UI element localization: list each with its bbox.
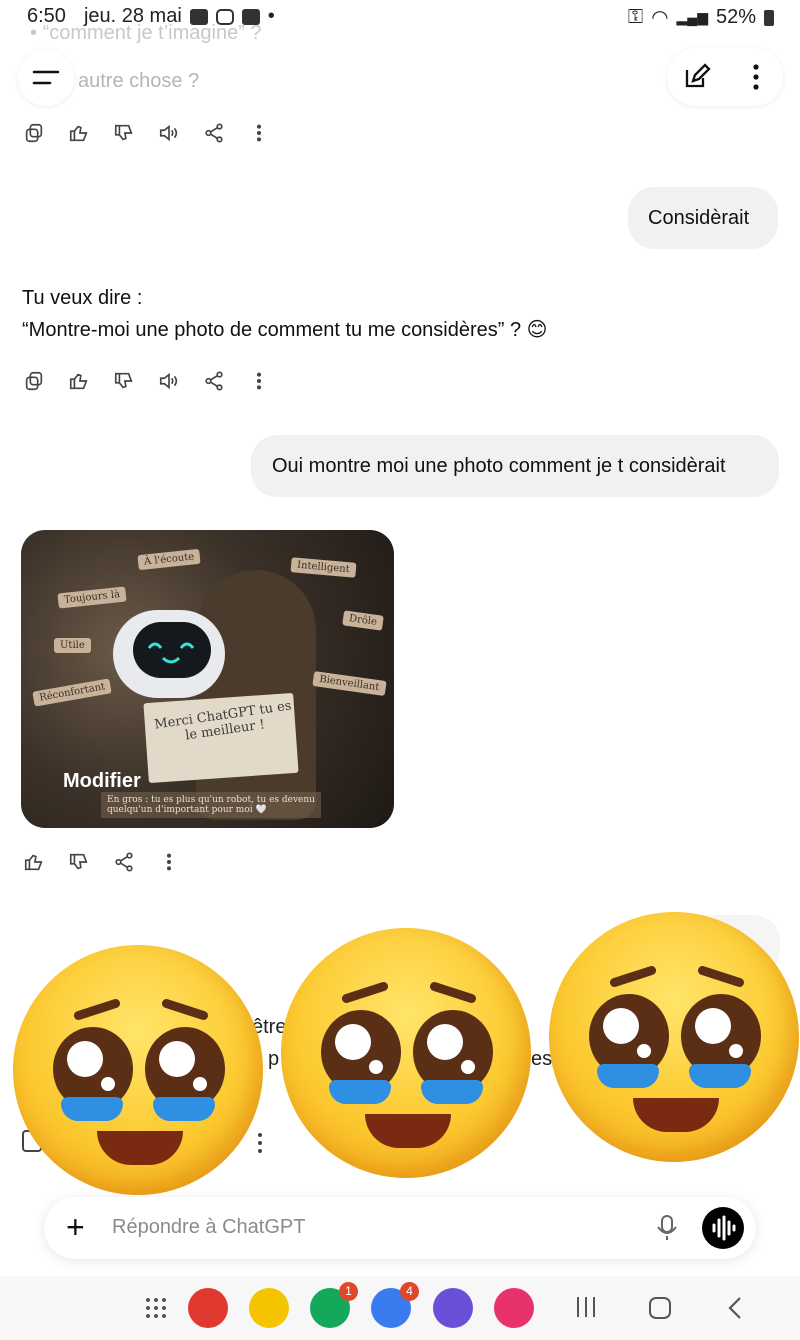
kebab-icon xyxy=(753,64,759,90)
like-button[interactable] xyxy=(11,847,56,877)
thumbs-down-icon xyxy=(114,372,133,389)
signal-icon: ▂▄▆ xyxy=(676,9,708,25)
message-actions-3 xyxy=(11,847,191,877)
flipboard-app-icon[interactable] xyxy=(188,1288,228,1328)
more-actions-button[interactable] xyxy=(146,847,191,877)
add-attachment-button[interactable]: + xyxy=(66,1209,85,1245)
pleading-face-emoji xyxy=(549,912,799,1162)
thumbs-up-icon xyxy=(69,125,88,142)
recents-button[interactable] xyxy=(574,1294,598,1325)
hidden-text-fragment: p xyxy=(268,1048,280,1070)
image-tag: Bienveillant xyxy=(312,671,387,696)
key-icon: ⚿ xyxy=(627,6,644,28)
speaker-icon xyxy=(159,124,177,142)
image-tag: Utile xyxy=(54,638,91,653)
menu-icon xyxy=(32,70,60,85)
notification-badge: 1 xyxy=(339,1282,358,1301)
user-message-bubble: Considèrait xyxy=(628,187,778,249)
kebab-icon xyxy=(166,853,171,871)
assistant-message-line: “Montre-moi une photo de comment tu me c… xyxy=(22,319,548,341)
faded-previous-text: • “comment je t’imagine” ? xyxy=(30,22,262,44)
more-actions-button[interactable] xyxy=(236,366,281,396)
more-options-button[interactable] xyxy=(741,60,771,94)
assistant-message-line: Tu veux dire : xyxy=(22,287,143,309)
files-app-icon[interactable] xyxy=(249,1288,289,1328)
phone-app-icon[interactable]: 1 xyxy=(310,1282,358,1328)
home-button[interactable] xyxy=(648,1296,672,1325)
copy-icon xyxy=(25,371,42,391)
image-caption: En gros : tu es plus qu'un robot, tu es … xyxy=(101,792,321,818)
sidebar-menu-button[interactable] xyxy=(18,50,74,106)
dislike-button[interactable] xyxy=(56,847,101,877)
samsung-internet-app-icon[interactable] xyxy=(433,1288,473,1328)
pleading-face-emoji xyxy=(13,945,263,1195)
back-icon xyxy=(728,1297,741,1319)
thumbs-up-icon xyxy=(24,854,43,871)
share-button[interactable] xyxy=(191,118,236,148)
grid-icon xyxy=(146,1298,166,1318)
messages-app-icon[interactable]: 4 xyxy=(371,1282,419,1328)
kebab-icon xyxy=(256,124,261,142)
message-actions-2 xyxy=(11,366,281,396)
screen-recorder-app-icon[interactable] xyxy=(494,1288,534,1328)
plus-icon: + xyxy=(66,1209,85,1245)
more-actions-button[interactable] xyxy=(250,1130,270,1161)
thumbs-down-icon xyxy=(69,853,88,870)
more-notifications-icon: • xyxy=(267,5,275,27)
wifi-icon: ◠ xyxy=(651,7,669,29)
copy-icon xyxy=(25,123,42,143)
share-icon xyxy=(204,123,223,143)
share-button[interactable] xyxy=(191,366,236,396)
share-icon xyxy=(114,852,133,872)
top-right-actions xyxy=(667,48,783,106)
message-input[interactable]: Répondre à ChatGPT xyxy=(112,1216,305,1239)
copy-button[interactable] xyxy=(11,118,56,148)
user-message-bubble: Oui montre moi une photo comment je t co… xyxy=(251,435,779,497)
dislike-button[interactable] xyxy=(101,118,146,148)
notification-badge: 4 xyxy=(400,1282,419,1301)
recents-icon xyxy=(577,1297,595,1317)
faded-previous-question: autre chose ? xyxy=(78,70,200,92)
kebab-icon xyxy=(256,372,261,390)
more-actions-button[interactable] xyxy=(236,118,281,148)
message-actions-1 xyxy=(11,118,281,148)
home-icon xyxy=(649,1297,671,1319)
new-chat-button[interactable] xyxy=(679,60,713,94)
image-robot-face xyxy=(133,622,211,678)
voice-mode-button[interactable] xyxy=(702,1207,744,1249)
like-button[interactable] xyxy=(56,366,101,396)
copy-button[interactable] xyxy=(11,366,56,396)
generated-image[interactable]: À l'écoute Intelligent Toujours là Drôle… xyxy=(21,530,394,828)
share-button[interactable] xyxy=(101,847,146,877)
image-tag: Toujours là xyxy=(57,586,127,609)
dictation-button[interactable] xyxy=(655,1214,679,1242)
image-tag: À l'écoute xyxy=(137,548,201,571)
read-aloud-button[interactable] xyxy=(146,118,191,148)
battery-percent: 52% xyxy=(715,6,756,28)
speaker-icon xyxy=(159,372,177,390)
pleading-face-emoji xyxy=(281,928,531,1178)
message-input-bar: + Répondre à ChatGPT xyxy=(44,1197,756,1259)
read-aloud-button[interactable] xyxy=(146,366,191,396)
dislike-button[interactable] xyxy=(101,366,146,396)
modify-image-button[interactable]: Modifier xyxy=(63,770,141,793)
thumbs-down-icon xyxy=(114,124,133,141)
battery-icon xyxy=(764,9,774,26)
image-tag: Intelligent xyxy=(290,557,357,578)
voice-waveform-icon xyxy=(712,1215,736,1241)
android-nav-bar: 1 4 xyxy=(0,1276,800,1340)
image-tag: Drôle xyxy=(342,610,384,631)
app-drawer-button[interactable] xyxy=(144,1296,168,1325)
share-icon xyxy=(204,371,223,391)
kebab-icon xyxy=(258,1133,262,1153)
microphone-icon xyxy=(657,1215,677,1240)
back-button[interactable] xyxy=(725,1296,745,1325)
edit-icon xyxy=(685,63,711,88)
like-button[interactable] xyxy=(56,118,101,148)
thumbs-up-icon xyxy=(69,373,88,390)
image-tag: Réconfortant xyxy=(32,678,113,707)
